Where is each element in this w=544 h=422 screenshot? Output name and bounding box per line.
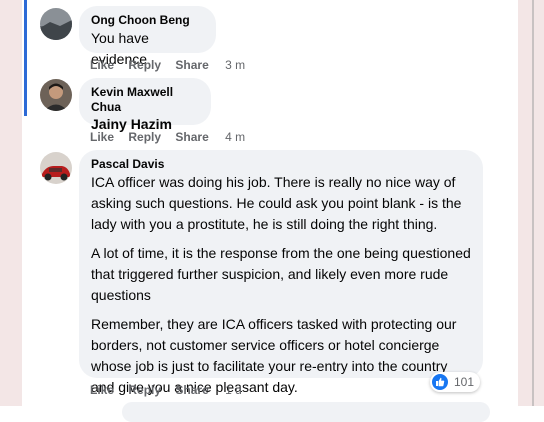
comment-actions: Like Reply Share 1 d xyxy=(90,383,242,397)
avatar[interactable] xyxy=(40,8,72,40)
right-margin xyxy=(518,0,544,406)
reply-button[interactable]: Reply xyxy=(128,58,161,72)
comment-paragraph: A lot of time, it is the response from t… xyxy=(91,245,471,303)
share-button[interactable]: Share xyxy=(175,58,208,72)
share-button[interactable]: Share xyxy=(175,130,208,144)
scrollbar-track[interactable] xyxy=(532,0,534,406)
like-button[interactable]: Like xyxy=(90,130,114,144)
comment-bubble: Ong Choon Beng You have evidence xyxy=(79,6,216,67)
reply-button[interactable]: Reply xyxy=(128,130,161,144)
next-comment-bubble xyxy=(122,402,490,422)
comment-actions: Like Reply Share 4 m xyxy=(90,130,245,144)
comment-text: ICA officer was doing his job. There is … xyxy=(91,172,471,398)
comment-author[interactable]: Kevin Maxwell Chua xyxy=(91,85,199,115)
avatar[interactable] xyxy=(40,79,72,111)
share-button[interactable]: Share xyxy=(175,383,208,397)
avatar[interactable] xyxy=(40,152,72,184)
comment-bubble: Pascal Davis ICA officer was doing his j… xyxy=(79,150,483,395)
comment-timestamp[interactable]: 3 m xyxy=(225,58,245,72)
comment-actions: Like Reply Share 3 m xyxy=(90,58,245,72)
reply-button[interactable]: Reply xyxy=(128,383,161,397)
comment-timestamp[interactable]: 4 m xyxy=(225,130,245,144)
comment-author[interactable]: Ong Choon Beng xyxy=(91,13,204,28)
like-icon xyxy=(432,374,448,390)
left-margin xyxy=(0,0,22,406)
reaction-summary[interactable]: 101 xyxy=(430,372,481,392)
like-button[interactable]: Like xyxy=(90,383,114,397)
comment-bubble: Kevin Maxwell Chua Jainy Hazim xyxy=(79,78,211,132)
reaction-count: 101 xyxy=(454,375,475,389)
comment-timestamp[interactable]: 1 d xyxy=(225,383,242,397)
comment-paragraph: ICA officer was doing his job. There is … xyxy=(91,174,462,232)
reply-thread-line xyxy=(24,0,27,116)
like-button[interactable]: Like xyxy=(90,58,114,72)
comment-author[interactable]: Pascal Davis xyxy=(91,157,471,172)
